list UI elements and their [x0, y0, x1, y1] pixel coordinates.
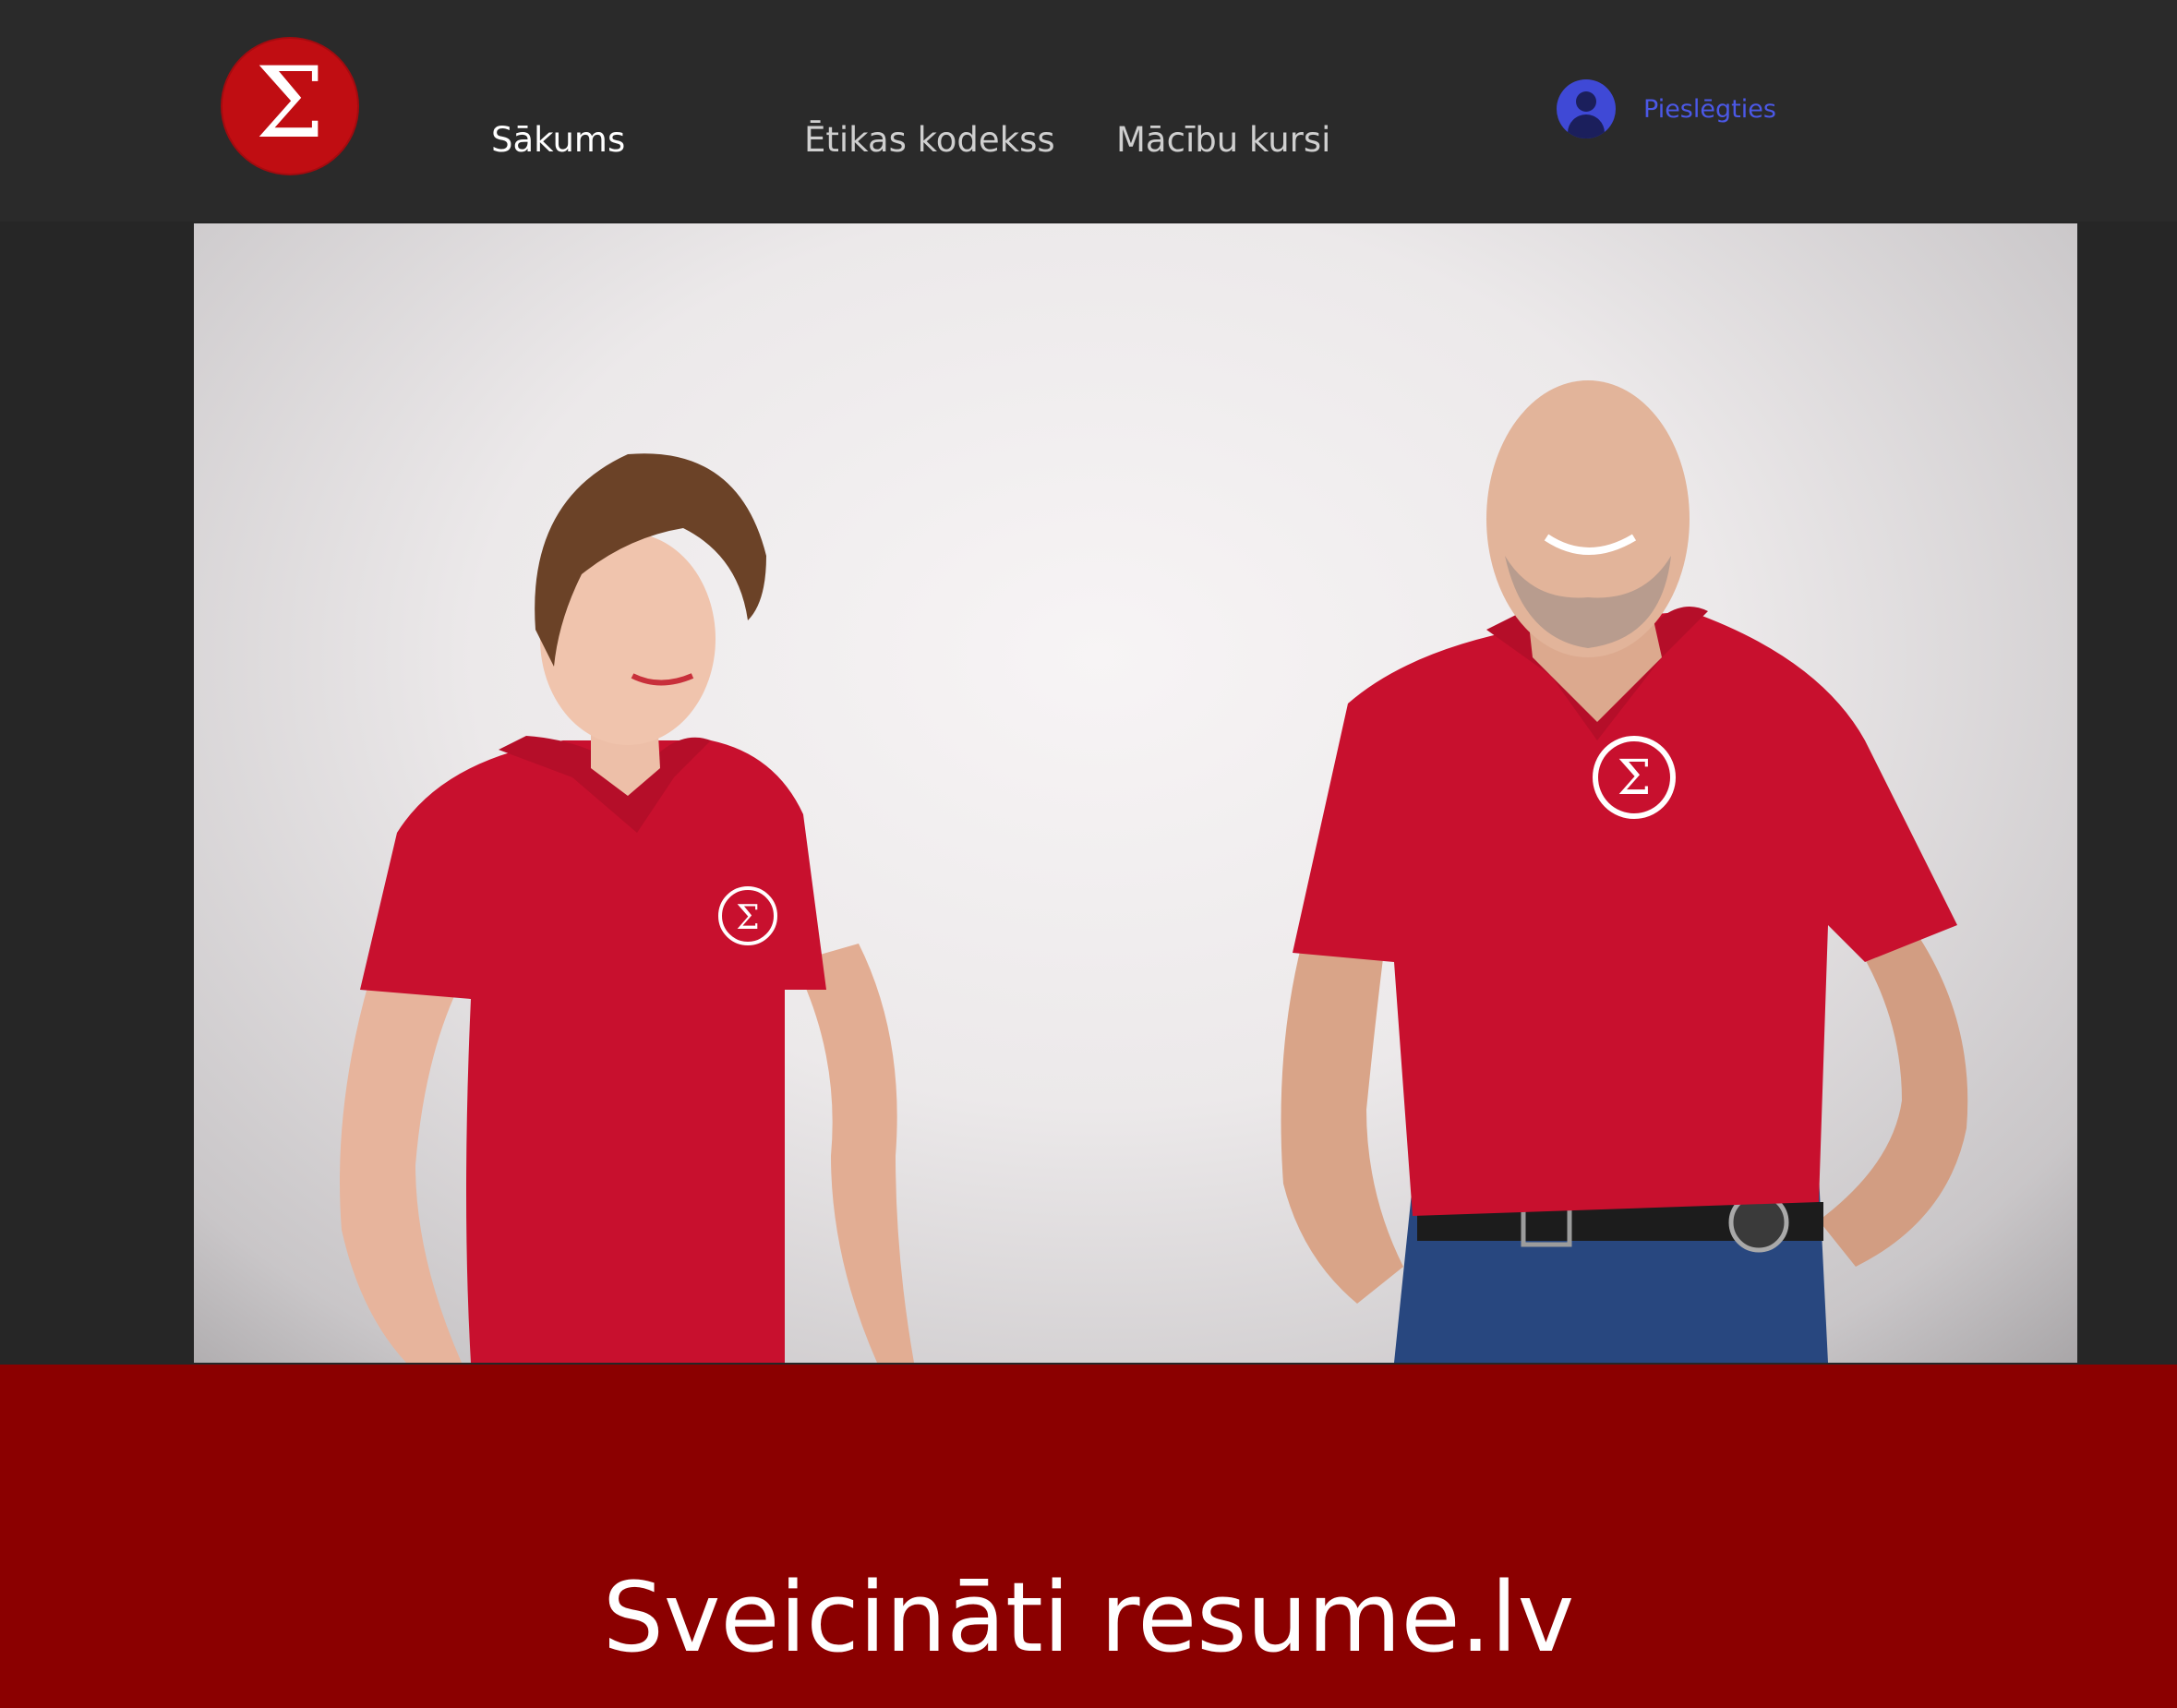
login-button[interactable]: Pieslēgties: [1557, 78, 1776, 139]
nav-ethics-code[interactable]: Ētikas kodekss: [804, 117, 1055, 163]
man-figure: Σ: [1281, 380, 1968, 1363]
site-header: Σ Sākums Ētikas kodekss Mācību kursi Pie…: [0, 0, 2177, 222]
svg-text:Σ: Σ: [736, 899, 759, 937]
svg-text:Σ: Σ: [1618, 751, 1652, 806]
woman-figure: Σ: [340, 453, 914, 1363]
nav-home[interactable]: Sākums: [491, 117, 625, 163]
welcome-title: Sveicināti resume.lv: [602, 1561, 1575, 1674]
hero-photo: Σ Σ: [194, 223, 2077, 1363]
sigma-logo[interactable]: Σ: [221, 37, 359, 175]
sigma-logo-glyph: Σ: [255, 46, 325, 160]
account-icon: [1557, 79, 1616, 138]
login-label: Pieslēgties: [1643, 94, 1776, 124]
nav-courses[interactable]: Mācību kursi: [1116, 117, 1330, 163]
